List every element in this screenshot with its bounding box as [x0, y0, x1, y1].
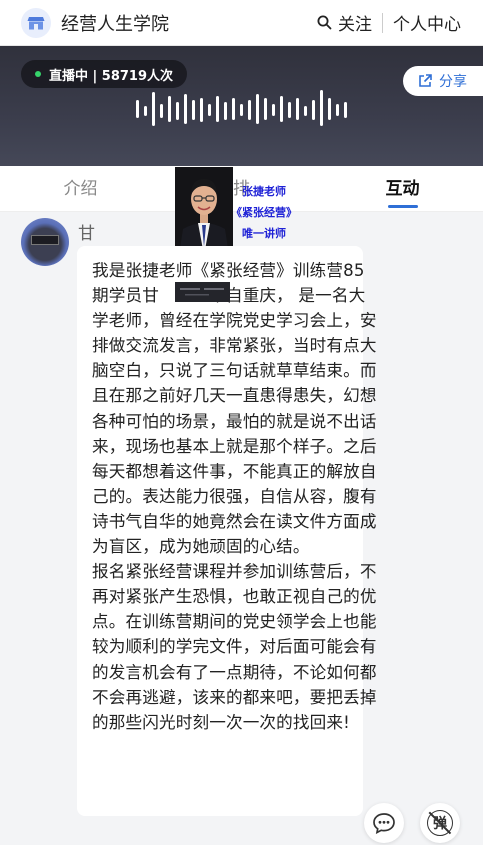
message-paragraph: 我是张捷老师《紧张经营》训练营85期学员甘 来自重庆， 是一名大学老师，曾经在学… — [92, 261, 377, 557]
personal-center-link[interactable]: 个人中心 — [393, 10, 461, 35]
teacher-photo — [175, 167, 233, 255]
live-status-badge: 直播中 | 58719人次 — [21, 60, 188, 88]
follow-label: 关注 — [338, 15, 372, 35]
live-banner: 直播中 | 58719人次 分享 — [0, 46, 483, 166]
share-icon — [419, 74, 432, 87]
teacher-caption-name: 张捷老师 — [242, 185, 286, 198]
live-status-text: 直播中 | 58719人次 — [49, 68, 174, 84]
teacher-overlay: 张捷老师 《紧张经营》 唯一讲师 — [175, 167, 297, 255]
live-dot — [35, 71, 41, 77]
comment-button[interactable] — [364, 803, 404, 843]
teacher-caption-course: 《紧张经营》 — [231, 206, 297, 219]
danmaku-toggle-button[interactable]: 弹 — [420, 803, 460, 843]
teacher-caption: 张捷老师 《紧张经营》 唯一讲师 — [231, 181, 297, 244]
message-text: 我是张捷老师《紧张经营》训练营85期学员甘 来自重庆， 是一名大学老师，曾经在学… — [92, 258, 380, 735]
redacted-name-block — [175, 282, 230, 302]
danmaku-off-icon: 弹 — [427, 810, 453, 836]
message-paragraph: 报名紧张经营课程并参加训练营后，不再对紧张产生恐惧，也敢正视自己的优点。在训练营… — [92, 562, 377, 732]
chat-bubble-icon — [373, 813, 395, 834]
share-button[interactable]: 分享 — [403, 66, 483, 96]
share-label: 分享 — [439, 74, 467, 90]
sound-wave-icon — [136, 90, 347, 126]
store-icon[interactable] — [21, 7, 51, 38]
sender-name: 甘 — [78, 224, 95, 244]
tab-intro[interactable]: 介绍 — [0, 166, 161, 211]
header-divider — [382, 12, 383, 33]
follow-button[interactable]: 关注 — [317, 10, 372, 35]
teacher-caption-role: 唯一讲师 — [242, 227, 286, 240]
top-bar: 经营人生学院 关注 个人中心 — [0, 0, 483, 46]
site-title: 经营人生学院 — [61, 13, 169, 35]
tab-interaction[interactable]: 互动 — [322, 166, 483, 211]
avatar[interactable] — [21, 218, 69, 266]
search-icon — [317, 15, 332, 30]
avatar-screen — [31, 235, 59, 245]
